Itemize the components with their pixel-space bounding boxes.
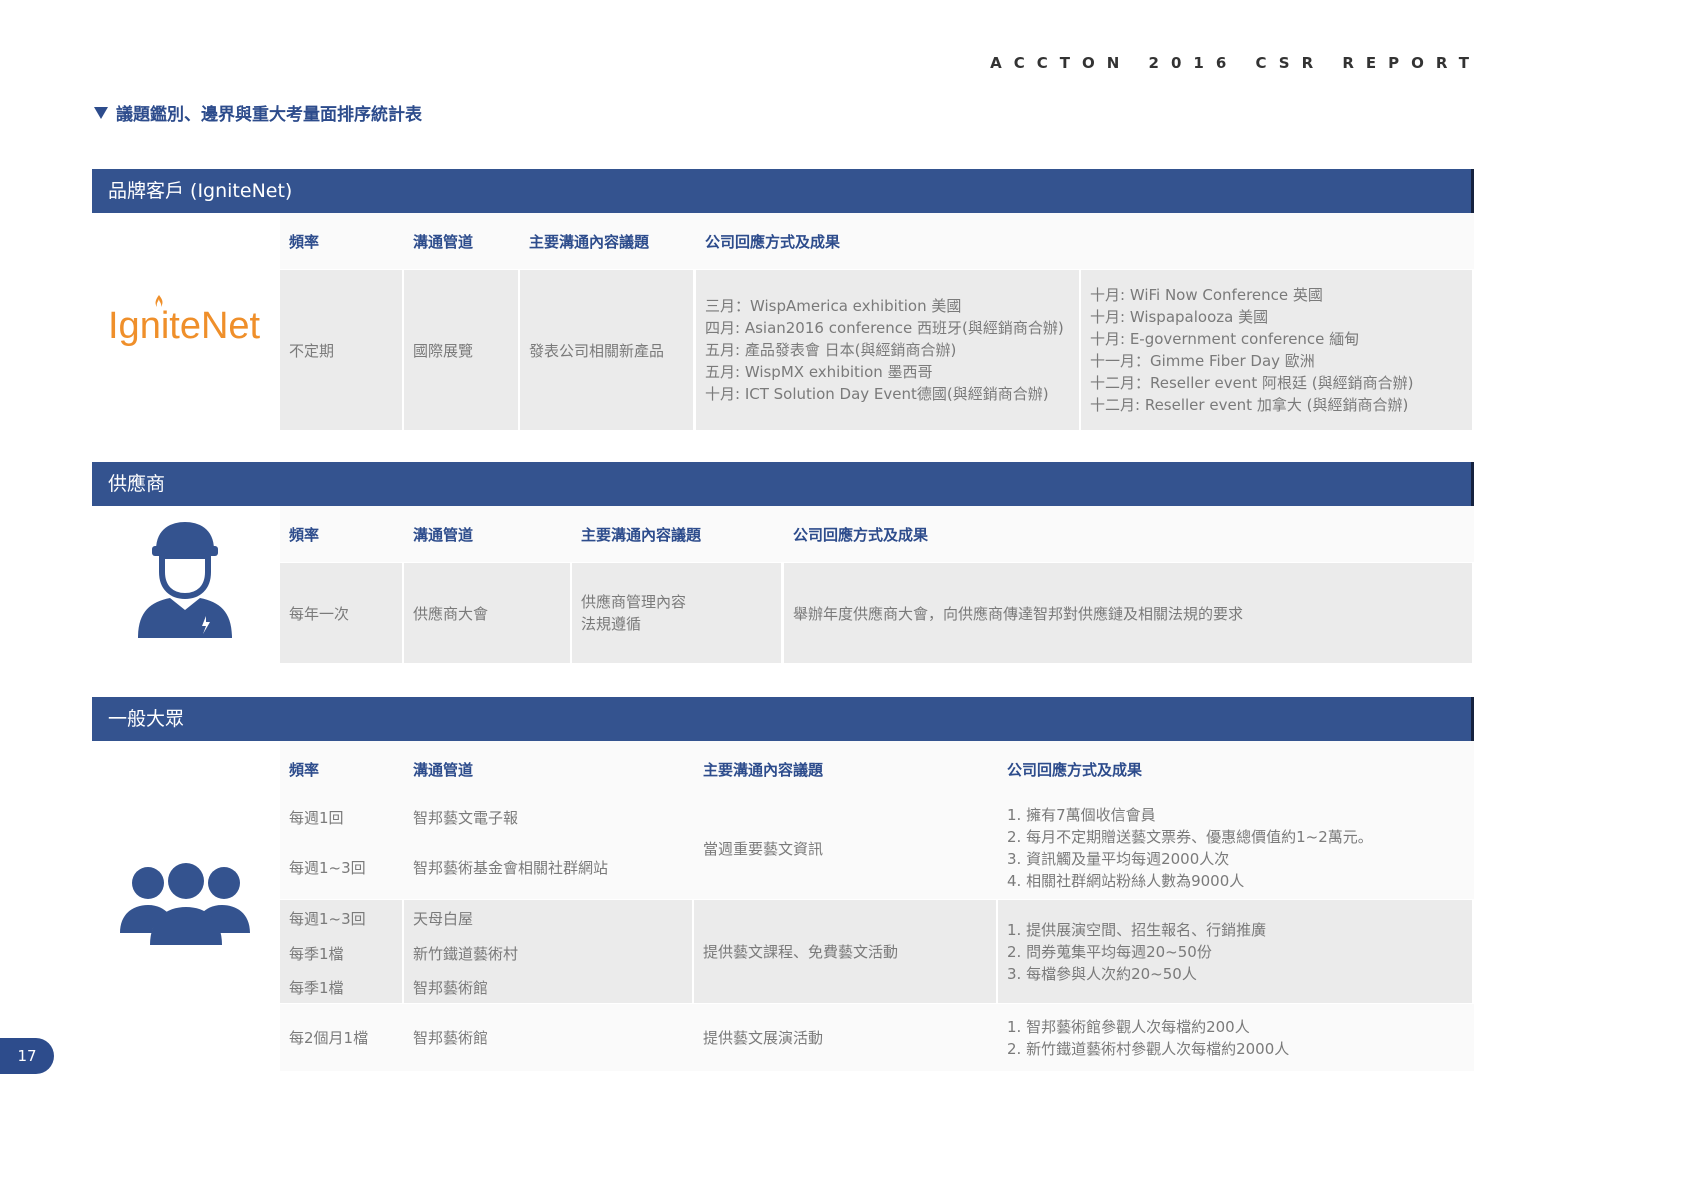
channel-cell: 供應商大會 bbox=[404, 563, 570, 663]
result-line: 十月: E-government conference 緬甸 bbox=[1090, 330, 1360, 348]
worker-icon bbox=[138, 522, 232, 638]
frequency-text: 每週1~3回 bbox=[289, 910, 366, 928]
channel-cell: 天母白屋 新竹鐵道藝術村 智邦藝術館 bbox=[404, 900, 692, 1003]
channel-text: 智邦藝文電子報 bbox=[413, 809, 519, 827]
header-result: 公司回應方式及成果 bbox=[705, 232, 841, 251]
frequency-cell: 每年一次 bbox=[280, 563, 402, 663]
channel-text: 新竹鐵道藝術村 bbox=[413, 945, 519, 963]
result-line: 十二月: Reseller event 加拿大 (與經銷商合辦) bbox=[1090, 396, 1409, 414]
result-line: 五月: 產品發表會 日本(與經銷商合辦) bbox=[705, 341, 957, 359]
topic-cell: 當週重要藝文資訊 bbox=[703, 839, 824, 858]
page-title: 議題鑑別、邊界與重大考量面排序統計表 bbox=[94, 100, 422, 125]
channel-text: 天母白屋 bbox=[413, 910, 474, 928]
topic-cell: 提供藝文展演活動 bbox=[703, 1029, 824, 1047]
channel-cell: 智邦藝文電子報 智邦藝術基金會相關社群網站 bbox=[404, 797, 694, 899]
header-result: 公司回應方式及成果 bbox=[1007, 760, 1143, 779]
table-row: 不定期 國際展覽 發表公司相關新產品 三月：WispAmerica exhibi… bbox=[280, 270, 1474, 430]
channel-text: 智邦藝術館 bbox=[413, 979, 489, 997]
logo-text: IgniteNet bbox=[108, 305, 261, 347]
results-left-cell: 三月：WispAmerica exhibition 美國 四月: Asian20… bbox=[696, 270, 1079, 430]
frequency-text: 每週1~3回 bbox=[289, 859, 366, 877]
results-cell: 1. 智邦藝術館參觀人次每檔約200人 2. 新竹鐵道藝術村參觀人次每檔約200… bbox=[998, 1004, 1474, 1071]
header-channel: 溝通管道 bbox=[413, 525, 474, 544]
public-table: 頻率 溝通管道 主要溝通內容議題 公司回應方式及成果 每週1回 每週1~3回 智… bbox=[280, 741, 1474, 1071]
table-header-row: 頻率 溝通管道 主要溝通內容議題 公司回應方式及成果 bbox=[280, 213, 1474, 269]
topic-cell: 供應商管理內容 法規遵循 bbox=[572, 563, 781, 663]
result-line: 2. 每月不定期贈送藝文票券、優惠總價值約1~2萬元。 bbox=[1007, 828, 1373, 846]
header-result: 公司回應方式及成果 bbox=[793, 525, 929, 544]
header-topic: 主要溝通內容議題 bbox=[703, 760, 824, 779]
result-line: 三月：WispAmerica exhibition 美國 bbox=[705, 297, 962, 315]
frequency-text: 每季1檔 bbox=[289, 945, 344, 963]
frequency-text: 每週1回 bbox=[289, 809, 344, 827]
result-line: 3. 每檔參與人次約20~50人 bbox=[1007, 964, 1197, 983]
channel-cell: 智邦藝術館 bbox=[413, 1029, 489, 1047]
frequency-cell: 每週1~3回 每季1檔 每季1檔 bbox=[280, 900, 402, 1003]
result-line: 4. 相關社群網站粉絲人數為9000人 bbox=[1007, 872, 1245, 890]
results-cell: 1. 提供展演空間、招生報名、行銷推廣 2. 問券蒐集平均每週20~50份 3.… bbox=[998, 900, 1472, 1003]
result-line: 1. 擁有7萬個收信會員 bbox=[1007, 806, 1156, 824]
table-header-row: 頻率 溝通管道 主要溝通內容議題 公司回應方式及成果 bbox=[280, 506, 1474, 562]
header-topic: 主要溝通內容議題 bbox=[581, 525, 702, 544]
frequency-text: 每季1檔 bbox=[289, 979, 344, 997]
header-frequency: 頻率 bbox=[289, 760, 320, 779]
result-line: 十月: ICT Solution Day Event德國(與經銷商合辦) bbox=[705, 385, 1049, 403]
results-cell: 1. 擁有7萬個收信會員 2. 每月不定期贈送藝文票券、優惠總價值約1~2萬元。… bbox=[998, 797, 1474, 899]
result-line: 十月: Wispapalooza 美國 bbox=[1090, 308, 1269, 326]
table-row: 每年一次 供應商大會 供應商管理內容 法規遵循 舉辦年度供應商大會，向供應商傳達… bbox=[280, 563, 1474, 663]
header-channel: 溝通管道 bbox=[413, 232, 474, 251]
result-line: 2. 新竹鐵道藝術村參觀人次每檔約2000人 bbox=[1007, 1039, 1290, 1058]
public-section: 一般大眾 頻率 溝通管道 主要溝通內容議題 公司回應方式及成果 每週1回 每週1… bbox=[92, 697, 1474, 1071]
header-topic: 主要溝通內容議題 bbox=[529, 232, 650, 251]
channel-cell: 國際展覽 bbox=[404, 270, 518, 430]
table-row-group: 每週1回 每週1~3回 智邦藝文電子報 智邦藝術基金會相關社群網站 當週重要藝文… bbox=[280, 797, 1474, 899]
result-line: 3. 資訊觸及量平均每週2000人次 bbox=[1007, 850, 1230, 868]
table-header-row: 頻率 溝通管道 主要溝通內容議題 公司回應方式及成果 bbox=[280, 741, 1474, 797]
result-line: 五月: WispMX exhibition 墨西哥 bbox=[705, 363, 933, 381]
brand-logo-area: IgniteNet bbox=[92, 213, 278, 430]
result-line: 十二月：Reseller event 阿根廷 (與經銷商合辦) bbox=[1090, 374, 1414, 392]
triangle-down-icon bbox=[94, 107, 108, 119]
brand-section: 品牌客戶 (IgniteNet) IgniteNet 頻率 溝通管道 主要溝通內… bbox=[92, 169, 1474, 430]
supplier-icon-area bbox=[92, 506, 278, 664]
section-title: 供應商 bbox=[92, 462, 1474, 506]
table-row-group: 每2個月1檔 智邦藝術館 提供藝文展演活動 1. 智邦藝術館參觀人次每檔約200… bbox=[280, 1004, 1474, 1071]
supplier-section: 供應商 頻率 溝通管道 主要溝通內容議題 公司回應方式及成果 每年一次 供應商大… bbox=[92, 462, 1474, 664]
frequency-cell: 每週1回 每週1~3回 bbox=[280, 797, 404, 899]
report-header: ACCTON 2016 CSR REPORT bbox=[990, 54, 1481, 72]
table-row-group: 每週1~3回 每季1檔 每季1檔 天母白屋 新竹鐵道藝術村 智邦藝術館 提供藝文… bbox=[280, 900, 1474, 1003]
page-number: 17 bbox=[0, 1038, 54, 1074]
people-group-icon bbox=[120, 863, 250, 945]
public-icon-area bbox=[92, 741, 278, 1071]
result-line: 1. 提供展演空間、招生報名、行銷推廣 bbox=[1007, 920, 1267, 939]
header-frequency: 頻率 bbox=[289, 525, 320, 544]
section-title: 品牌客戶 (IgniteNet) bbox=[92, 169, 1474, 213]
result-line: 四月: Asian2016 conference 西班牙(與經銷商合辦) bbox=[705, 319, 1064, 337]
topic-cell: 提供藝文課程、免費藝文活動 bbox=[694, 900, 996, 1003]
result-line: 十一月：Gimme Fiber Day 歐洲 bbox=[1090, 352, 1315, 370]
result-line: 十月: WiFi Now Conference 英國 bbox=[1090, 286, 1323, 304]
topic-cell: 發表公司相關新產品 bbox=[520, 270, 693, 430]
supplier-table: 頻率 溝通管道 主要溝通內容議題 公司回應方式及成果 每年一次 供應商大會 供應… bbox=[280, 506, 1474, 664]
ignitenet-logo: IgniteNet bbox=[108, 295, 261, 348]
header-channel: 溝通管道 bbox=[413, 760, 474, 779]
result-line: 2. 問券蒐集平均每週20~50份 bbox=[1007, 942, 1212, 961]
frequency-cell: 不定期 bbox=[280, 270, 402, 430]
channel-text: 智邦藝術基金會相關社群網站 bbox=[413, 859, 609, 877]
result-cell: 舉辦年度供應商大會，向供應商傳達智邦對供應鏈及相關法規的要求 bbox=[784, 563, 1472, 663]
frequency-cell: 每2個月1檔 bbox=[289, 1029, 369, 1047]
flame-icon bbox=[155, 295, 163, 307]
brand-table: 頻率 溝通管道 主要溝通內容議題 公司回應方式及成果 不定期 國際展覽 發表公司… bbox=[280, 213, 1474, 430]
page-title-text: 議題鑑別、邊界與重大考量面排序統計表 bbox=[116, 105, 422, 125]
results-right-cell: 十月: WiFi Now Conference 英國 十月: Wispapalo… bbox=[1081, 270, 1472, 430]
section-title: 一般大眾 bbox=[92, 697, 1474, 741]
topic-line: 法規遵循 bbox=[581, 615, 642, 633]
topic-line: 供應商管理內容 bbox=[581, 593, 687, 611]
result-line: 1. 智邦藝術館參觀人次每檔約200人 bbox=[1007, 1017, 1250, 1036]
header-frequency: 頻率 bbox=[289, 232, 320, 251]
